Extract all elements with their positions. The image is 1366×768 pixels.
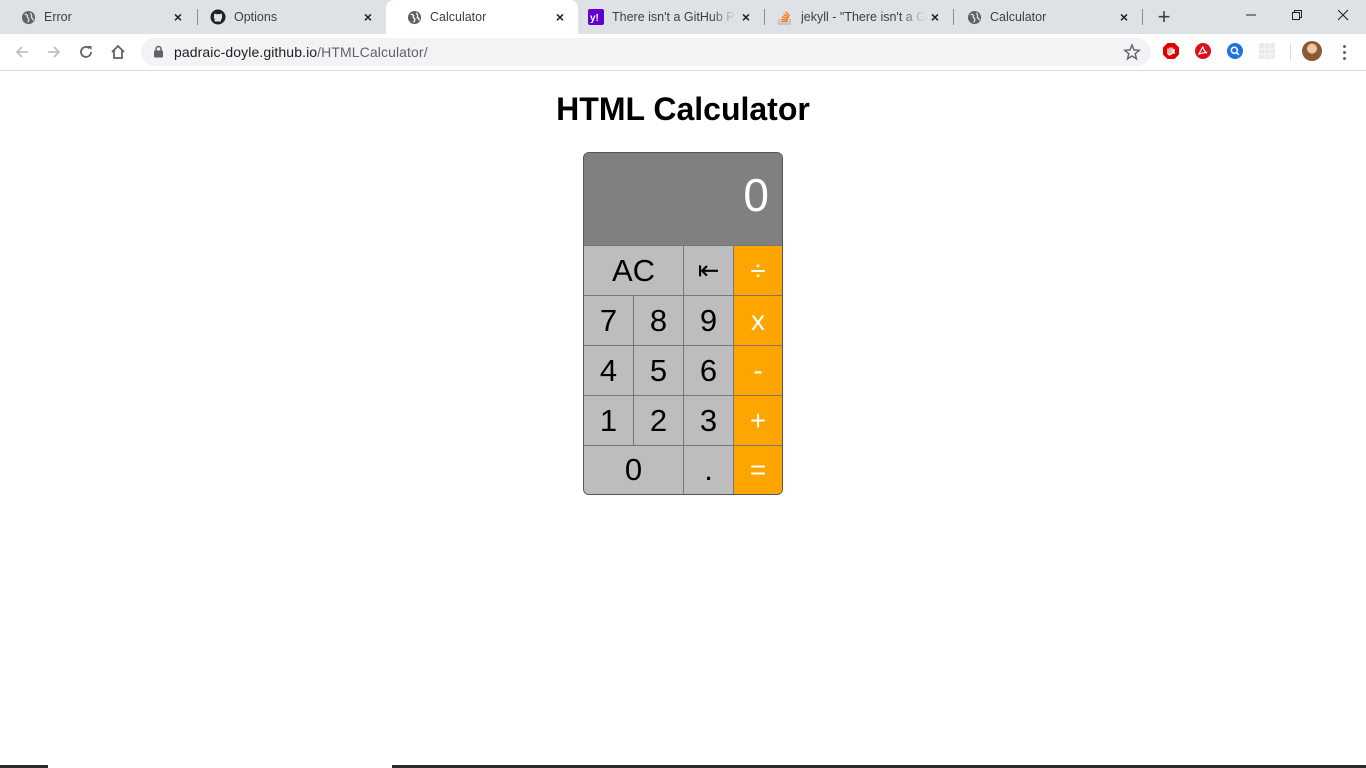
digit-9-button[interactable]: 9 [683, 295, 733, 345]
acrobat-extension-icon[interactable] [1194, 42, 1212, 60]
tab-title: Calculator [990, 10, 1047, 24]
tab-title: There isn't a GitHub Pag [612, 10, 736, 24]
page-title: HTML Calculator [556, 91, 810, 127]
adblock-extension-icon[interactable] [1162, 42, 1180, 60]
tab-options[interactable]: Options × [190, 0, 386, 34]
close-icon[interactable]: × [1114, 7, 1134, 27]
bookmark-star-icon[interactable] [1123, 43, 1141, 66]
tab-title: Error [44, 10, 72, 24]
calculator-display: 0 [584, 153, 782, 245]
url-path: /HTMLCalculator/ [317, 44, 428, 60]
close-icon[interactable]: × [736, 7, 756, 27]
restore-button[interactable] [1274, 0, 1320, 30]
toolbar-separator [1290, 43, 1291, 61]
restore-icon [1292, 10, 1302, 20]
equals-button[interactable]: = [733, 445, 782, 494]
minimize-button[interactable] [1228, 0, 1274, 30]
digit-6-button[interactable]: 6 [683, 345, 733, 395]
forward-button[interactable] [40, 38, 68, 66]
reload-button[interactable] [72, 38, 100, 66]
globe-icon [20, 9, 36, 25]
github-icon [210, 9, 226, 25]
tab-calculator-active[interactable]: Calculator × [386, 0, 578, 34]
tab-title: Calculator [430, 10, 487, 24]
close-window-button[interactable] [1320, 0, 1366, 30]
digit-4-button[interactable]: 4 [584, 345, 633, 395]
decimal-button[interactable]: . [683, 445, 733, 494]
clear-button[interactable]: AC [584, 245, 683, 295]
browser-menu-icon[interactable] [1336, 42, 1352, 62]
url-host: padraic-doyle.github.io [174, 44, 318, 60]
divide-button[interactable]: ÷ [733, 245, 782, 295]
home-button[interactable] [104, 38, 132, 66]
new-tab-button[interactable]: + [1152, 4, 1176, 29]
url-text: padraic-doyle.github.io/HTMLCalculator/ [174, 44, 428, 60]
digit-1-button[interactable]: 1 [584, 395, 633, 445]
add-button[interactable]: + [733, 395, 782, 445]
backspace-button[interactable]: ⇤ [683, 245, 733, 295]
close-icon [1337, 9, 1349, 21]
arrow-right-icon [48, 46, 61, 58]
address-bar[interactable]: padraic-doyle.github.io/HTMLCalculator/ [141, 38, 1151, 66]
lock-icon [153, 45, 164, 63]
digit-7-button[interactable]: 7 [584, 295, 633, 345]
close-icon[interactable]: × [358, 7, 378, 27]
digit-5-button[interactable]: 5 [633, 345, 683, 395]
home-icon [111, 44, 125, 59]
tab-title: Options [234, 10, 278, 24]
yahoo-icon: y! [588, 9, 604, 25]
close-icon[interactable]: × [925, 7, 945, 27]
minimize-icon [1246, 14, 1256, 16]
tab-title: jekyll - "There isn't a Gi [801, 10, 925, 24]
back-button[interactable] [8, 38, 36, 66]
arrow-left-icon [15, 46, 28, 58]
reload-icon [80, 46, 92, 58]
subtract-button[interactable]: - [733, 345, 782, 395]
tab-error[interactable]: Error × [0, 0, 196, 34]
search-extension-icon[interactable] [1226, 42, 1244, 60]
globe-icon [406, 9, 422, 25]
digit-0-button[interactable]: 0 [584, 445, 683, 494]
calculator: 0 AC ⇤ ÷ 7 8 9 x 4 5 6 - 1 2 3 + 0 . = [583, 152, 783, 495]
tab-github-pages-yahoo[interactable]: y! There isn't a GitHub Pag × [568, 0, 764, 34]
close-icon[interactable]: × [168, 7, 188, 27]
svg-text:y!: y! [590, 13, 599, 24]
digit-2-button[interactable]: 2 [633, 395, 683, 445]
digit-8-button[interactable]: 8 [633, 295, 683, 345]
tab-separator [1142, 9, 1143, 25]
tab-calculator[interactable]: Calculator × [946, 0, 1142, 34]
profile-avatar[interactable] [1302, 41, 1322, 61]
stackoverflow-icon [777, 9, 793, 25]
digit-3-button[interactable]: 3 [683, 395, 733, 445]
grid-extension-icon[interactable] [1258, 42, 1276, 60]
close-icon[interactable]: × [550, 7, 570, 27]
globe-icon [966, 9, 982, 25]
tab-jekyll-stackoverflow[interactable]: jekyll - "There isn't a Gi × [757, 0, 953, 34]
multiply-button[interactable]: x [733, 295, 782, 345]
tab-strip: Error × Options × Calculator × y! There … [0, 0, 1366, 34]
